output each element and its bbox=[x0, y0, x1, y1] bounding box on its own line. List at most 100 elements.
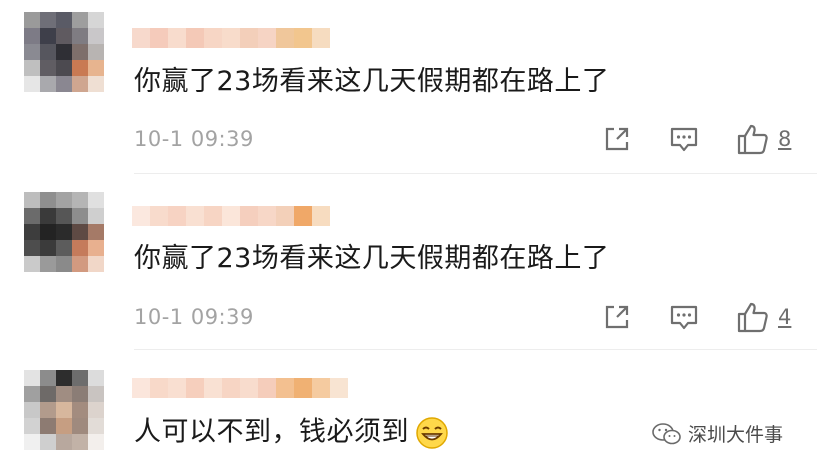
avatar-pixel bbox=[24, 76, 40, 92]
avatar[interactable] bbox=[24, 192, 104, 272]
avatar-pixel bbox=[88, 192, 104, 208]
avatar-pixel bbox=[56, 418, 72, 434]
username-pixel bbox=[132, 378, 150, 398]
avatar-pixel bbox=[24, 28, 40, 44]
avatar-pixel bbox=[24, 60, 40, 76]
username-pixel bbox=[204, 206, 222, 226]
thumbs-up-icon[interactable] bbox=[736, 300, 770, 334]
avatar-pixel bbox=[56, 256, 72, 272]
avatar-pixel bbox=[56, 240, 72, 256]
like-count[interactable]: 8 bbox=[778, 127, 791, 151]
avatar-pixel bbox=[72, 240, 88, 256]
username-pixel bbox=[222, 28, 240, 48]
username-pixel bbox=[168, 206, 186, 226]
comment-text: 你赢了23场看来这几天假期都在路上了 bbox=[134, 243, 610, 274]
avatar-pixel bbox=[40, 60, 56, 76]
avatar-pixel bbox=[24, 208, 40, 224]
avatar-pixel bbox=[72, 60, 88, 76]
avatar-pixel bbox=[56, 60, 72, 76]
avatar-pixel bbox=[24, 192, 40, 208]
username-pixel bbox=[240, 206, 258, 226]
username-pixel bbox=[276, 378, 294, 398]
comment-3: 人可以不到，钱必须到 bbox=[0, 350, 817, 469]
avatar-pixel bbox=[40, 256, 56, 272]
username-pixel bbox=[276, 206, 294, 226]
username-pixel bbox=[294, 206, 312, 226]
avatar-pixel bbox=[56, 386, 72, 402]
avatar-pixel bbox=[40, 12, 56, 28]
comment-2: 你赢了23场看来这几天假期都在路上了 10-1 09:39 4 bbox=[0, 175, 817, 350]
avatar-pixel bbox=[88, 12, 104, 28]
avatar-pixel bbox=[88, 386, 104, 402]
avatar-pixel bbox=[72, 434, 88, 450]
username-pixel bbox=[132, 206, 150, 226]
avatar-pixel bbox=[88, 28, 104, 44]
avatar-pixel bbox=[40, 224, 56, 240]
avatar-pixel bbox=[24, 402, 40, 418]
avatar-pixel bbox=[88, 224, 104, 240]
username-pixel bbox=[186, 28, 204, 48]
avatar-pixel bbox=[72, 76, 88, 92]
username-pixel bbox=[222, 378, 240, 398]
avatar-pixel bbox=[72, 402, 88, 418]
avatar-pixel bbox=[40, 208, 56, 224]
avatar-pixel bbox=[72, 28, 88, 44]
share-icon[interactable] bbox=[602, 124, 632, 154]
username-pixel bbox=[276, 28, 294, 48]
avatar-pixel bbox=[40, 434, 56, 450]
share-icon[interactable] bbox=[602, 302, 632, 332]
avatar-pixel bbox=[24, 434, 40, 450]
avatar-pixel bbox=[72, 208, 88, 224]
avatar-pixel bbox=[56, 402, 72, 418]
avatar-pixel bbox=[72, 256, 88, 272]
username-pixel bbox=[222, 206, 240, 226]
watermark: 深圳大件事 bbox=[652, 420, 783, 447]
avatar-pixel bbox=[40, 418, 56, 434]
avatar-pixel bbox=[88, 240, 104, 256]
avatar-pixel bbox=[72, 12, 88, 28]
avatar-pixel bbox=[24, 386, 40, 402]
username-pixel bbox=[312, 378, 330, 398]
avatar[interactable] bbox=[24, 12, 104, 92]
username-pixel bbox=[150, 206, 168, 226]
comment-time: 10-1 09:39 bbox=[134, 305, 254, 329]
wechat-icon bbox=[652, 422, 681, 444]
like-count[interactable]: 4 bbox=[778, 305, 791, 329]
username-pixel bbox=[240, 28, 258, 48]
avatar[interactable] bbox=[24, 370, 104, 450]
avatar-pixel bbox=[40, 370, 56, 386]
avatar-pixel bbox=[72, 44, 88, 60]
avatar-pixel bbox=[40, 386, 56, 402]
username-pixel bbox=[186, 206, 204, 226]
username-pixel bbox=[150, 378, 168, 398]
avatar-pixel bbox=[56, 224, 72, 240]
comment-icon[interactable] bbox=[669, 302, 699, 332]
username-pixel bbox=[294, 28, 312, 48]
avatar-pixel bbox=[56, 12, 72, 28]
username-pixel bbox=[258, 28, 276, 48]
avatar-pixel bbox=[24, 256, 40, 272]
comment-1: 你赢了23场看来这几天假期都在路上了 10-1 09:39 8 bbox=[0, 0, 817, 175]
comment-text-content: 人可以不到，钱必须到 bbox=[134, 416, 409, 448]
avatar-pixel bbox=[72, 192, 88, 208]
grin-emoji-icon bbox=[416, 417, 448, 449]
comment-icon[interactable] bbox=[669, 124, 699, 154]
avatar-pixel bbox=[40, 44, 56, 60]
username-blurred[interactable] bbox=[132, 28, 330, 48]
avatar-pixel bbox=[24, 240, 40, 256]
avatar-pixel bbox=[24, 12, 40, 28]
avatar-pixel bbox=[88, 256, 104, 272]
avatar-pixel bbox=[88, 76, 104, 92]
avatar-pixel bbox=[88, 434, 104, 450]
avatar-pixel bbox=[56, 28, 72, 44]
thumbs-up-icon[interactable] bbox=[736, 122, 770, 156]
avatar-pixel bbox=[56, 208, 72, 224]
username-pixel bbox=[240, 378, 258, 398]
username-blurred[interactable] bbox=[132, 206, 330, 226]
avatar-pixel bbox=[88, 44, 104, 60]
avatar-pixel bbox=[72, 386, 88, 402]
avatar-pixel bbox=[40, 192, 56, 208]
avatar-pixel bbox=[24, 418, 40, 434]
username-pixel bbox=[312, 28, 330, 48]
username-blurred[interactable] bbox=[132, 378, 348, 398]
